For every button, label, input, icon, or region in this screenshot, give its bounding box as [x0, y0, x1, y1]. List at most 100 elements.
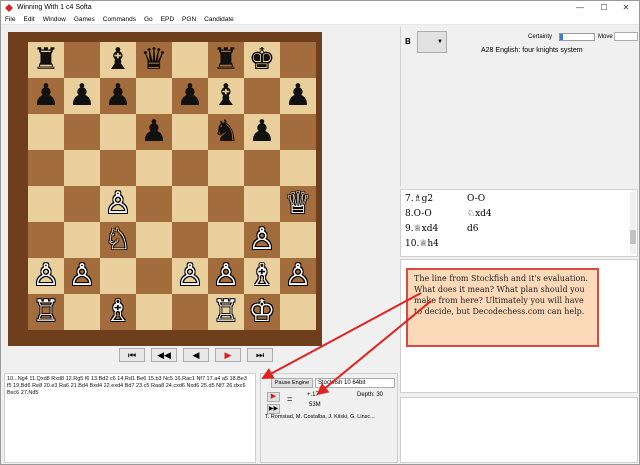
- back-fast-button[interactable]: ◀◀: [151, 348, 177, 362]
- square-f5[interactable]: [208, 150, 244, 186]
- maximize-icon[interactable]: ☐: [593, 1, 615, 14]
- play-button[interactable]: ▶: [215, 348, 241, 362]
- piece-d8[interactable]: ♛: [136, 42, 172, 78]
- piece-f8[interactable]: ♜: [208, 42, 244, 78]
- piece-e7[interactable]: ♟: [172, 78, 208, 114]
- square-a5[interactable]: [28, 150, 64, 186]
- piece-g6[interactable]: ♟: [244, 114, 280, 150]
- square-b4[interactable]: [64, 186, 100, 222]
- engine-fast-forward-icon[interactable]: ▶▶: [267, 404, 280, 414]
- square-b1[interactable]: [64, 294, 100, 330]
- piece-a7[interactable]: ♟: [28, 78, 64, 114]
- piece-g1[interactable]: ♔: [244, 294, 280, 330]
- piece-f1[interactable]: ♖: [208, 294, 244, 330]
- square-h8[interactable]: [280, 42, 316, 78]
- menu-window[interactable]: Window: [43, 16, 66, 23]
- square-d4[interactable]: [136, 186, 172, 222]
- square-c6[interactable]: [100, 114, 136, 150]
- certainty-fill: [560, 34, 563, 40]
- engine-play-icon[interactable]: ▶: [267, 392, 280, 402]
- pause-engine-button[interactable]: Pause Engine: [271, 378, 313, 388]
- scroll-thumb[interactable]: [630, 230, 636, 244]
- piece-c8[interactable]: ♝: [100, 42, 136, 78]
- square-e4[interactable]: [172, 186, 208, 222]
- square-d3[interactable]: [136, 222, 172, 258]
- back-button[interactable]: ◀: [183, 348, 209, 362]
- square-h6[interactable]: [280, 114, 316, 150]
- move-row[interactable]: 10.♕h4: [405, 239, 467, 249]
- move-row[interactable]: 9.♕xd4 d6: [405, 224, 479, 234]
- piece-f6[interactable]: ♞: [208, 114, 244, 150]
- menu-games[interactable]: Games: [74, 16, 95, 23]
- piece-g3[interactable]: ♙: [244, 222, 280, 258]
- last-move-button[interactable]: ⏭: [247, 348, 273, 362]
- menu-pgn[interactable]: PGN: [182, 16, 196, 23]
- piece-c1[interactable]: ♗: [100, 294, 136, 330]
- move-row[interactable]: 7.♗g2 O-O: [405, 194, 485, 204]
- square-f3[interactable]: [208, 222, 244, 258]
- square-d1[interactable]: [136, 294, 172, 330]
- side-dropdown[interactable]: ▼: [417, 31, 447, 53]
- first-move-button[interactable]: ⏮: [119, 348, 145, 362]
- square-b8[interactable]: [64, 42, 100, 78]
- square-a3[interactable]: [28, 222, 64, 258]
- move-input[interactable]: [614, 32, 638, 41]
- square-c5[interactable]: [100, 150, 136, 186]
- minimize-icon[interactable]: —: [569, 1, 591, 14]
- square-d2[interactable]: [136, 258, 172, 294]
- piece-c7[interactable]: ♟: [100, 78, 136, 114]
- square-f4[interactable]: [208, 186, 244, 222]
- engine-line-text[interactable]: 10...Ng4 11.Qxd8 Rxd8 12.Rg5 f6 13.Bd2 c…: [4, 373, 256, 463]
- square-e6[interactable]: [172, 114, 208, 150]
- piece-b7[interactable]: ♟: [64, 78, 100, 114]
- piece-a1[interactable]: ♖: [28, 294, 64, 330]
- close-icon[interactable]: ✕: [615, 1, 637, 14]
- piece-a8[interactable]: ♜: [28, 42, 64, 78]
- app-icon: [5, 3, 13, 12]
- menu-commands[interactable]: Commands: [103, 16, 136, 23]
- square-b6[interactable]: [64, 114, 100, 150]
- square-g5[interactable]: [244, 150, 280, 186]
- square-a6[interactable]: [28, 114, 64, 150]
- piece-e2[interactable]: ♙: [172, 258, 208, 294]
- square-e3[interactable]: [172, 222, 208, 258]
- certainty-label: Certainty: [528, 34, 553, 40]
- move-list-scrollbar[interactable]: [630, 192, 636, 254]
- engine-name-field[interactable]: Stockfish 10 64bit: [315, 378, 395, 388]
- square-e1[interactable]: [172, 294, 208, 330]
- menu-go[interactable]: Go: [144, 16, 153, 23]
- piece-d6[interactable]: ♟: [136, 114, 172, 150]
- square-b5[interactable]: [64, 150, 100, 186]
- piece-g8[interactable]: ♚: [244, 42, 280, 78]
- piece-h7[interactable]: ♟: [280, 78, 316, 114]
- piece-h2[interactable]: ♙: [280, 258, 316, 294]
- menu-file[interactable]: File: [5, 16, 15, 23]
- menu-candidate[interactable]: Candidate: [204, 16, 234, 23]
- certainty-bar: [559, 33, 595, 41]
- move-list[interactable]: 7.♗g2 O-O 8.O-O ♘xd4 9.♕xd4 d6 10.♕h4: [400, 189, 638, 257]
- square-h3[interactable]: [280, 222, 316, 258]
- piece-a2[interactable]: ♙: [28, 258, 64, 294]
- menu-epd[interactable]: EPD: [161, 16, 174, 23]
- square-g7[interactable]: [244, 78, 280, 114]
- square-b3[interactable]: [64, 222, 100, 258]
- square-h5[interactable]: [280, 150, 316, 186]
- piece-f2[interactable]: ♙: [208, 258, 244, 294]
- move-row[interactable]: 8.O-O ♘xd4: [405, 209, 492, 219]
- piece-c4[interactable]: ♙: [100, 186, 136, 222]
- piece-g2[interactable]: ♗: [244, 258, 280, 294]
- square-h1[interactable]: [280, 294, 316, 330]
- square-a4[interactable]: [28, 186, 64, 222]
- menu-edit[interactable]: Edit: [23, 16, 34, 23]
- piece-c3[interactable]: ♘: [100, 222, 136, 258]
- square-e5[interactable]: [172, 150, 208, 186]
- piece-f7[interactable]: ♝: [208, 78, 244, 114]
- square-e8[interactable]: [172, 42, 208, 78]
- chess-board[interactable]: ♜ ♝ ♛ ♜ ♚ ♟ ♟ ♟ ♟ ♝ ♟ ♟ ♞ ♟ ♙ ♕ ♘ ♙ ♙ ♙ ♙ ♙ ♗ ♙ ♖ ♗ ♖ ♔: [28, 42, 316, 330]
- piece-h4[interactable]: ♕: [280, 186, 316, 222]
- square-d5[interactable]: [136, 150, 172, 186]
- square-d7[interactable]: [136, 78, 172, 114]
- square-c2[interactable]: [100, 258, 136, 294]
- square-g4[interactable]: [244, 186, 280, 222]
- piece-b2[interactable]: ♙: [64, 258, 100, 294]
